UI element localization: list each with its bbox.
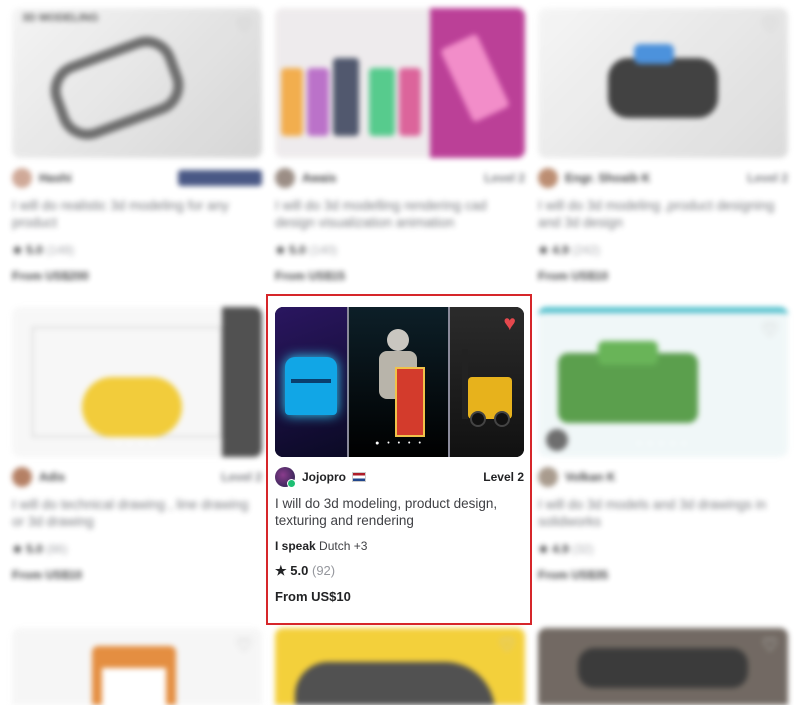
gig-rating: ★ 5.0 (86) xyxy=(12,542,68,556)
seller-name[interactable]: Awais xyxy=(302,171,336,185)
star-icon: ★ xyxy=(275,563,287,578)
avatar xyxy=(12,168,32,188)
gig-rating: ★ 5.0 (140) xyxy=(275,243,338,257)
heart-icon[interactable]: ♡ xyxy=(762,636,778,654)
gig-card[interactable]: ♡ xyxy=(538,628,788,705)
avatar xyxy=(275,168,295,188)
heart-icon[interactable]: ♡ xyxy=(499,636,515,654)
heart-icon[interactable]: ♡ xyxy=(762,16,778,34)
gig-rating: ★ 5.0 (148) xyxy=(12,243,75,257)
carousel-dots[interactable]: ● • • • • xyxy=(275,440,524,447)
seller-name[interactable]: Volkan K xyxy=(565,470,615,484)
gig-thumbnail[interactable]: ● ● ● ● xyxy=(12,307,262,457)
avatar xyxy=(538,168,558,188)
gig-card[interactable]: ♡ xyxy=(12,628,262,705)
rating-value: 5.0 xyxy=(290,563,309,578)
gig-price: From US$15 xyxy=(275,269,346,283)
gig-card[interactable]: Awais Level 2 I will do 3d modelling ren… xyxy=(275,8,525,283)
gig-thumbnail[interactable]: ♡ xyxy=(538,628,788,705)
heart-icon[interactable]: ♡ xyxy=(236,16,252,34)
gig-title[interactable]: I will do 3d modeling, product design, t… xyxy=(275,495,524,529)
gig-card[interactable]: ♡ Engr. Shoaib K Level 2 I will do 3d mo… xyxy=(538,8,788,283)
gig-thumbnail[interactable]: ♡ xyxy=(538,8,788,158)
seller-level: Level 2 xyxy=(483,470,524,484)
gig-title[interactable]: I will do 3d modeling ,product designing… xyxy=(538,197,788,231)
gig-rating: ★ 5.0 (92) xyxy=(275,563,524,579)
gig-thumbnail[interactable]: 3D MODELING ♡ xyxy=(12,8,262,158)
gig-card[interactable]: ♡ xyxy=(275,628,525,705)
gig-thumbnail[interactable] xyxy=(275,8,525,158)
gig-price: From US$10 xyxy=(538,269,609,283)
gig-price: From US$10 xyxy=(12,568,83,582)
seller-level: Level 2 xyxy=(484,171,525,185)
gig-card[interactable]: 3D MODELING ♡ Hashi I will do realistic … xyxy=(12,8,262,283)
gig-card[interactable]: ● ● ● ● Adis Level 2 I will do technical… xyxy=(12,307,262,582)
gig-price: From US$35 xyxy=(538,568,609,582)
heart-icon[interactable]: ♡ xyxy=(236,636,252,654)
gig-title[interactable]: I will do realistic 3d modeling for any … xyxy=(12,197,262,231)
languages-value: Dutch +3 xyxy=(319,539,368,553)
heart-icon[interactable]: ♡ xyxy=(762,321,778,339)
gig-price: From US$200 xyxy=(12,269,89,283)
seller-name[interactable]: Hashi xyxy=(39,171,72,185)
gig-price: From US$10 xyxy=(275,589,351,604)
gig-title[interactable]: I will do 3d modelling rendering cad des… xyxy=(275,197,525,231)
seller-name[interactable]: Jojopro xyxy=(302,470,346,484)
gig-thumbnail[interactable]: ♡ xyxy=(275,628,525,705)
gig-rating: ★ 4.9 (242) xyxy=(538,243,601,257)
gig-title[interactable]: I will do technical drawing , line drawi… xyxy=(12,496,262,530)
gig-card[interactable]: ♡ ● ● ● ● ● Volkan K I will do 3d models… xyxy=(538,307,788,582)
heart-filled-icon[interactable]: ♥ xyxy=(504,313,516,334)
avatar xyxy=(538,467,558,487)
gig-thumbnail[interactable]: ♥ ● • • • • xyxy=(275,307,524,457)
avatar xyxy=(12,467,32,487)
languages-label: I speak xyxy=(275,539,316,553)
seller-badge xyxy=(178,170,262,186)
gig-rating: ★ 4.9 (32) xyxy=(538,542,594,556)
gig-card-focused[interactable]: ♥ ● • • • • Jojopro Level 2 I will do 3d… xyxy=(275,307,524,604)
gig-thumbnail[interactable]: ♡ xyxy=(12,628,262,705)
gig-thumbnail[interactable]: ♡ ● ● ● ● ● xyxy=(538,307,788,457)
seller-avatar[interactable] xyxy=(275,467,296,488)
seller-row: Jojopro Level 2 xyxy=(275,466,524,488)
seller-level: Level 2 xyxy=(747,171,788,185)
seller-name[interactable]: Engr. Shoaib K xyxy=(565,171,650,185)
thumbnail-panel-treasure-chest xyxy=(275,307,349,457)
review-count: (92) xyxy=(311,563,336,578)
netherlands-flag-icon xyxy=(352,472,366,482)
seller-level: Level 2 xyxy=(221,470,262,484)
watermark-text: 3D MODELING xyxy=(22,12,99,24)
languages: I speak Dutch +3 xyxy=(275,539,524,553)
thumbnail-panel-robot xyxy=(349,307,450,457)
gig-title[interactable]: I will do 3d models and 3d drawings in s… xyxy=(538,496,788,530)
seller-name[interactable]: Adis xyxy=(39,470,65,484)
